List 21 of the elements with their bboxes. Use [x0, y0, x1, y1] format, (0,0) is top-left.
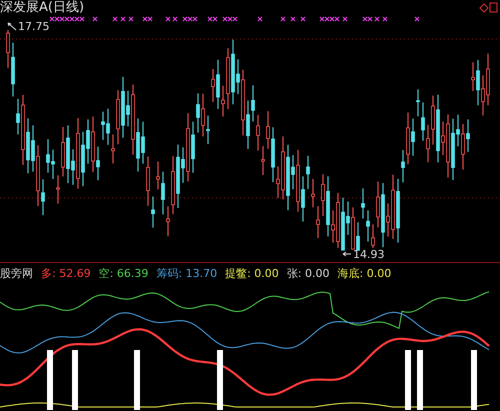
arrow-icon [8, 22, 16, 30]
indicator-value: 筹码: 13.70 [156, 266, 218, 282]
signal-bar [471, 350, 477, 410]
signal-bar [134, 350, 140, 410]
window-icon[interactable] [490, 2, 498, 12]
indicator-value: 空: 66.39 [98, 266, 148, 282]
signal-bar [217, 350, 223, 410]
indicator-value: 张: 0.00 [286, 266, 330, 282]
arrow-icon [342, 252, 352, 256]
signal-bar [417, 350, 423, 410]
low-price-label: 14.93 [353, 248, 384, 261]
high-price-label: 17.75 [18, 20, 50, 33]
indicator-value: 多: 52.69 [41, 266, 91, 282]
chart-title: 深发展A(日线) [0, 0, 84, 16]
indicator-value: 提鳖: 0.00 [225, 266, 279, 282]
indicator-value: 海底: 0.00 [338, 266, 392, 282]
signal-bar [405, 350, 411, 410]
signal-bar [47, 350, 53, 410]
signal-bar [72, 350, 78, 410]
indicator-name: 股旁网 [0, 266, 33, 282]
diamond-icon[interactable] [479, 3, 489, 13]
